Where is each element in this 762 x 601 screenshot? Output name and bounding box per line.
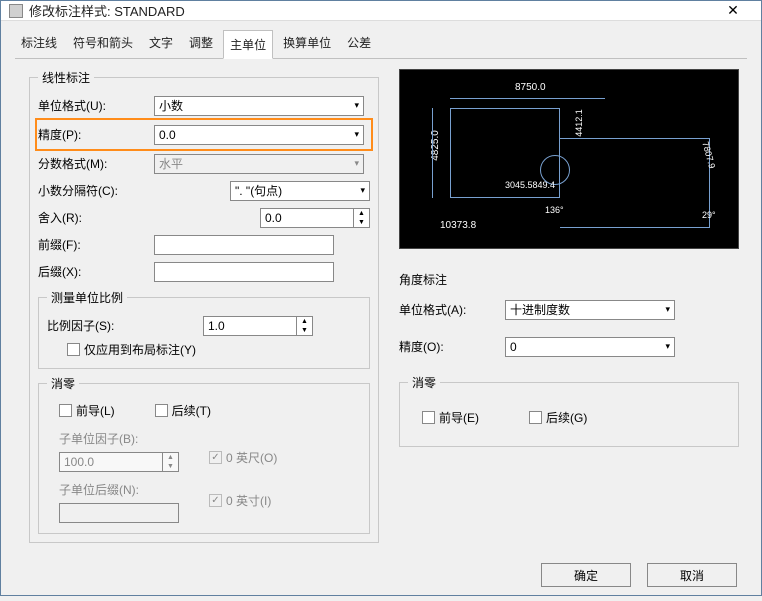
unit-format-value: 小数 (159, 97, 183, 114)
decimal-sep-label: 小数分隔符(C): (38, 182, 148, 199)
layout-only-label: 仅应用到布局标注(Y) (84, 341, 196, 358)
trailing-checkbox[interactable] (155, 404, 168, 417)
inches-checkbox: ✓ (209, 494, 222, 507)
preview-pane: 8750.0 4825.0 4412.1 3045.5849.4 10373.8… (399, 69, 739, 249)
linear-legend: 线性标注 (38, 69, 94, 86)
sub-factor-spinner: 100.0 ▲▼ (59, 452, 179, 472)
sub-factor-label: 子单位因子(B): (59, 430, 149, 447)
prefix-label: 前缀(F): (38, 236, 148, 253)
suffix-label: 后缀(X): (38, 263, 148, 280)
chevron-down-icon: ▾ (354, 158, 359, 169)
sub-suffix-label: 子单位后缀(N): (59, 481, 149, 498)
angle-trailing-checkbox[interactable] (529, 411, 542, 424)
titlebar: 修改标注样式: STANDARD ✕ (1, 1, 761, 21)
precision-dropdown[interactable]: 0.0 ▾ (154, 125, 364, 145)
angle-zero-legend: 消零 (408, 374, 440, 391)
spinner-down-icon[interactable]: ▼ (297, 326, 312, 335)
feet-checkbox: ✓ (209, 451, 222, 464)
angle-leading-checkbox[interactable] (422, 411, 435, 424)
preview-dim-left2: 4412.1 (574, 109, 584, 137)
dimension-style-dialog: 修改标注样式: STANDARD ✕ 标注线 符号和箭头 文字 调整 主单位 换… (0, 0, 762, 596)
tab-symbols[interactable]: 符号和箭头 (67, 29, 139, 58)
tab-alt-units[interactable]: 换算单位 (277, 29, 337, 58)
layout-only-checkbox[interactable] (67, 343, 80, 356)
tab-content: 线性标注 单位格式(U): 小数 ▾ 精度(P): 0.0 ▾ 分 (15, 58, 747, 553)
sub-suffix-input (59, 503, 179, 523)
inches-label: 0 英寸(I) (226, 492, 271, 509)
precision-label: 精度(P): (38, 126, 148, 143)
angle-unit-label: 单位格式(A): (399, 301, 499, 318)
angle-precision-value: 0 (510, 340, 517, 354)
angle-precision-dropdown[interactable]: 0 ▾ (505, 337, 675, 357)
decimal-sep-value: ". "(句点) (235, 182, 282, 199)
scale-factor-value: 1.0 (208, 319, 225, 333)
preview-dim-top: 8750.0 (515, 82, 546, 93)
angle-trailing-label: 后续(G) (546, 409, 587, 426)
preview-dim-center: 3045.5849.4 (505, 180, 555, 190)
tab-fit[interactable]: 调整 (183, 29, 219, 58)
chevron-down-icon: ▾ (354, 129, 359, 140)
zero-suppress-group: 消零 前导(L) 后续(T) (38, 375, 370, 534)
window-title: 修改标注样式: STANDARD (29, 1, 713, 20)
round-spinner[interactable]: 0.0 ▲▼ (260, 208, 370, 228)
spinner-up-icon[interactable]: ▲ (354, 209, 369, 218)
suffix-input[interactable] (154, 262, 334, 282)
fraction-format-dropdown: 水平 ▾ (154, 154, 364, 174)
spinner-up-icon[interactable]: ▲ (297, 317, 312, 326)
decimal-sep-dropdown[interactable]: ". "(句点) ▾ (230, 181, 370, 201)
angle-zero-group: 消零 前导(E) 后续(G) (399, 374, 739, 447)
fraction-format-label: 分数格式(M): (38, 155, 148, 172)
scale-factor-spinner[interactable]: 1.0 ▲▼ (203, 316, 313, 336)
precision-value: 0.0 (159, 128, 176, 142)
angle-leading-label: 前导(E) (439, 409, 479, 426)
tab-lines[interactable]: 标注线 (15, 29, 63, 58)
chevron-down-icon: ▾ (360, 185, 365, 196)
tab-primary-units[interactable]: 主单位 (223, 30, 273, 59)
fraction-value: 水平 (159, 155, 183, 172)
unit-format-dropdown[interactable]: 小数 ▾ (154, 96, 364, 116)
linear-dimensions-group: 线性标注 单位格式(U): 小数 ▾ 精度(P): 0.0 ▾ 分 (29, 69, 379, 543)
close-icon[interactable]: ✕ (713, 2, 753, 19)
angle-section: 角度标注 单位格式(A): 十进制度数 ▾ 精度(O): 0 ▾ (399, 267, 739, 447)
spinner-down-icon[interactable]: ▼ (354, 218, 369, 227)
round-label: 舍入(R): (38, 209, 148, 226)
round-value: 0.0 (265, 211, 282, 225)
angle-unit-dropdown[interactable]: 十进制度数 ▾ (505, 300, 675, 320)
scale-group: 测量单位比例 比例因子(S): 1.0 ▲▼ 仅应用到布局标注(Y) (38, 289, 370, 369)
dialog-buttons: 确定 取消 (1, 553, 761, 601)
unit-format-label: 单位格式(U): (38, 97, 148, 114)
angle-precision-label: 精度(O): (399, 338, 499, 355)
preview-dim-rightang: 29° (702, 210, 716, 220)
tab-strip: 标注线 符号和箭头 文字 调整 主单位 换算单位 公差 (1, 21, 761, 58)
tab-tolerance[interactable]: 公差 (341, 29, 377, 58)
scale-legend: 测量单位比例 (47, 289, 127, 306)
zero-legend: 消零 (47, 375, 79, 392)
feet-label: 0 英尺(O) (226, 449, 277, 466)
preview-dim-angle: 136° (545, 205, 564, 215)
preview-dim-bottom: 10373.8 (440, 220, 476, 231)
cancel-button[interactable]: 取消 (647, 563, 737, 587)
chevron-down-icon: ▾ (665, 304, 670, 315)
prefix-input[interactable] (154, 235, 334, 255)
left-column: 线性标注 单位格式(U): 小数 ▾ 精度(P): 0.0 ▾ 分 (29, 69, 379, 543)
ok-button[interactable]: 确定 (541, 563, 631, 587)
leading-checkbox[interactable] (59, 404, 72, 417)
trailing-label: 后续(T) (172, 402, 211, 419)
angle-legend: 角度标注 (399, 267, 739, 296)
app-icon (9, 4, 23, 18)
scale-factor-label: 比例因子(S): (47, 317, 197, 334)
chevron-down-icon: ▾ (665, 341, 670, 352)
angle-unit-value: 十进制度数 (510, 301, 570, 318)
chevron-down-icon: ▾ (354, 100, 359, 111)
leading-label: 前导(L) (76, 402, 115, 419)
tab-text[interactable]: 文字 (143, 29, 179, 58)
right-column: 8750.0 4825.0 4412.1 3045.5849.4 10373.8… (399, 69, 739, 543)
